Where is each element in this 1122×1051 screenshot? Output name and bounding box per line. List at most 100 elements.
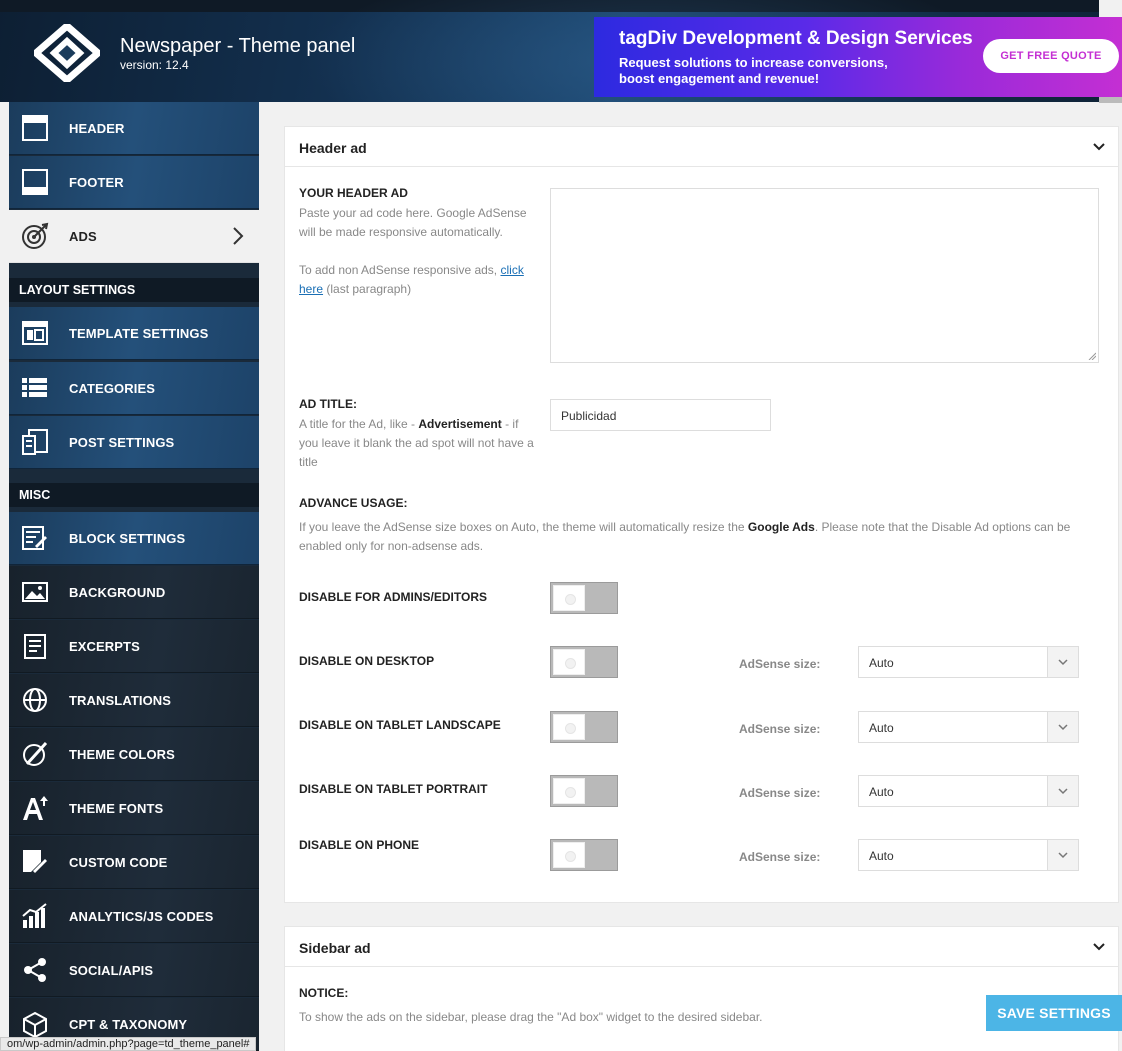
notice-label: NOTICE:	[299, 986, 349, 1000]
sidebar-nav: HEADER FOOTER ADS LAYOUT SETTINGS TEMPLA…	[9, 102, 259, 1051]
advance-usage-description: If you leave the AdSense size boxes on A…	[299, 518, 1109, 556]
panel-version: version: 12.4	[120, 58, 189, 72]
sidebar-ad-panel: Sidebar ad NOTICE: To show the ads on th…	[284, 926, 1119, 1051]
toggle-knob	[553, 778, 585, 804]
description-text: To add non AdSense responsive ads,	[299, 263, 501, 277]
header-ad-code-textarea[interactable]	[550, 188, 1099, 363]
panel-title: Sidebar ad	[299, 940, 371, 956]
template-icon	[22, 321, 48, 345]
ad-title-input[interactable]: Publicidad	[550, 399, 771, 431]
description-text: To add non AdSense responsive ads, click…	[299, 261, 539, 299]
adsense-size-label: AdSense size:	[739, 850, 821, 864]
disable-admins-toggle[interactable]	[550, 582, 618, 614]
sidebar-item-label: CUSTOM CODE	[69, 855, 168, 870]
post-icon	[22, 429, 48, 455]
phone-adsense-size-select[interactable]: Auto	[858, 839, 1079, 871]
sidebar-item-theme-colors[interactable]: THEME COLORS	[9, 728, 259, 781]
sidebar-item-analytics[interactable]: ANALYTICS/JS CODES	[9, 890, 259, 943]
select-value: Auto	[869, 721, 894, 735]
sidebar-item-label: FOOTER	[69, 175, 124, 190]
promo-title: tagDiv Development & Design Services	[619, 28, 973, 49]
sidebar-item-header[interactable]: HEADER	[9, 102, 259, 155]
sidebar-item-background[interactable]: BACKGROUND	[9, 566, 259, 619]
disable-tablet-landscape-toggle[interactable]	[550, 711, 618, 743]
image-icon	[22, 582, 48, 602]
disable-tablet-portrait-toggle[interactable]	[550, 775, 618, 807]
description-text: A title for the Ad, like -	[299, 417, 419, 431]
panel-title: Newspaper - Theme panel	[120, 35, 356, 57]
get-free-quote-button[interactable]: GET FREE QUOTE	[983, 39, 1119, 73]
sidebar-item-custom-code[interactable]: CUSTOM CODE	[9, 836, 259, 889]
list-icon	[22, 378, 47, 397]
sidebar-item-label: CATEGORIES	[69, 381, 155, 396]
sidebar-item-label: ANALYTICS/JS CODES	[69, 909, 214, 924]
disable-admins-label: DISABLE FOR ADMINS/EDITORS	[299, 590, 488, 604]
sidebar-item-label: EXCERPTS	[69, 639, 140, 654]
sidebar-item-footer[interactable]: FOOTER	[9, 156, 259, 209]
sidebar-item-post-settings[interactable]: POST SETTINGS	[9, 416, 259, 469]
sidebar-item-label: SOCIAL/APIS	[69, 963, 154, 978]
sidebar-item-label: HEADER	[69, 121, 125, 136]
disable-phone-label: DISABLE ON PHONE	[299, 838, 420, 852]
your-header-ad-label: YOUR HEADER AD	[299, 186, 408, 200]
ad-title-description: A title for the Ad, like - Advertisement…	[299, 415, 539, 472]
sidebar-item-template-settings[interactable]: TEMPLATE SETTINGS	[9, 307, 259, 360]
disable-phone-toggle[interactable]	[550, 839, 618, 871]
toggle-knob	[553, 842, 585, 868]
disable-tablet-landscape-label: DISABLE ON TABLET LANDSCAPE	[299, 718, 501, 732]
tablet-portrait-adsense-size-select[interactable]: Auto	[858, 775, 1079, 807]
chevron-down-icon	[1058, 852, 1068, 859]
font-icon	[23, 796, 48, 820]
sidebar-item-label: ADS	[69, 229, 97, 244]
theme-panel-header: Newspaper - Theme panel version: 12.4 ta…	[0, 0, 1122, 102]
cube-icon	[23, 1011, 47, 1038]
code-icon	[23, 850, 47, 873]
description-bold: Advertisement	[418, 417, 502, 431]
select-arrow	[1047, 712, 1078, 742]
notice-description: To show the ads on the sidebar, please d…	[299, 1010, 763, 1024]
sidebar-item-label: TEMPLATE SETTINGS	[69, 326, 209, 341]
section-misc: MISC	[9, 483, 259, 507]
desktop-adsense-size-select[interactable]: Auto	[858, 646, 1079, 678]
adsense-size-label: AdSense size:	[739, 657, 821, 671]
description-bold: Google Ads	[747, 520, 815, 534]
disable-desktop-label: DISABLE ON DESKTOP	[299, 654, 435, 668]
sidebar-ad-panel-header[interactable]: Sidebar ad	[285, 927, 1118, 967]
excerpt-icon	[24, 634, 46, 659]
chevron-down-icon	[1058, 659, 1068, 666]
globe-icon	[23, 688, 47, 712]
sidebar-item-translations[interactable]: TRANSLATIONS	[9, 674, 259, 727]
chevron-down-icon[interactable]	[1092, 140, 1106, 154]
disable-desktop-toggle[interactable]	[550, 646, 618, 678]
scroll-edge	[1099, 97, 1122, 103]
description-text: Paste your ad code here. Google AdSense …	[299, 206, 527, 239]
advance-usage-label: ADVANCE USAGE:	[299, 496, 408, 510]
adsense-size-label: AdSense size:	[739, 722, 821, 736]
target-icon	[22, 222, 49, 249]
select-arrow	[1047, 647, 1078, 677]
sidebar-item-label: BACKGROUND	[69, 585, 166, 600]
promo-banner[interactable]: tagDiv Development & Design Services Req…	[594, 17, 1122, 97]
sidebar-item-theme-fonts[interactable]: THEME FONTS	[9, 782, 259, 835]
tagdiv-logo-icon	[34, 24, 100, 82]
select-value: Auto	[869, 785, 894, 799]
chevron-right-icon	[233, 227, 244, 245]
sidebar-item-categories[interactable]: CATEGORIES	[9, 362, 259, 415]
header-ad-panel-header[interactable]: Header ad	[285, 127, 1118, 167]
sidebar-item-label: POST SETTINGS	[69, 435, 175, 450]
promo-subtitle: Request solutions to increase conversion…	[619, 55, 888, 86]
header-ad-panel: Header ad YOUR HEADER AD Paste your ad c…	[284, 126, 1119, 903]
sidebar-item-ads[interactable]: ADS	[9, 210, 259, 263]
disable-tablet-portrait-label: DISABLE ON TABLET PORTRAIT	[299, 782, 488, 796]
share-icon	[24, 958, 46, 982]
chevron-down-icon[interactable]	[1092, 940, 1106, 954]
your-header-ad-description: Paste your ad code here. Google AdSense …	[299, 204, 539, 299]
save-settings-button[interactable]: SAVE SETTINGS	[986, 995, 1122, 1031]
sidebar-item-block-settings[interactable]: BLOCK SETTINGS	[9, 512, 259, 565]
sidebar-item-social-apis[interactable]: SOCIAL/APIS	[9, 944, 259, 997]
tablet-landscape-adsense-size-select[interactable]: Auto	[858, 711, 1079, 743]
sidebar-item-label: THEME FONTS	[69, 801, 164, 816]
sidebar-item-excerpts[interactable]: EXCERPTS	[9, 620, 259, 673]
description-text: If you leave the AdSense size boxes on A…	[299, 520, 748, 534]
resize-grip-icon[interactable]	[1088, 352, 1096, 360]
